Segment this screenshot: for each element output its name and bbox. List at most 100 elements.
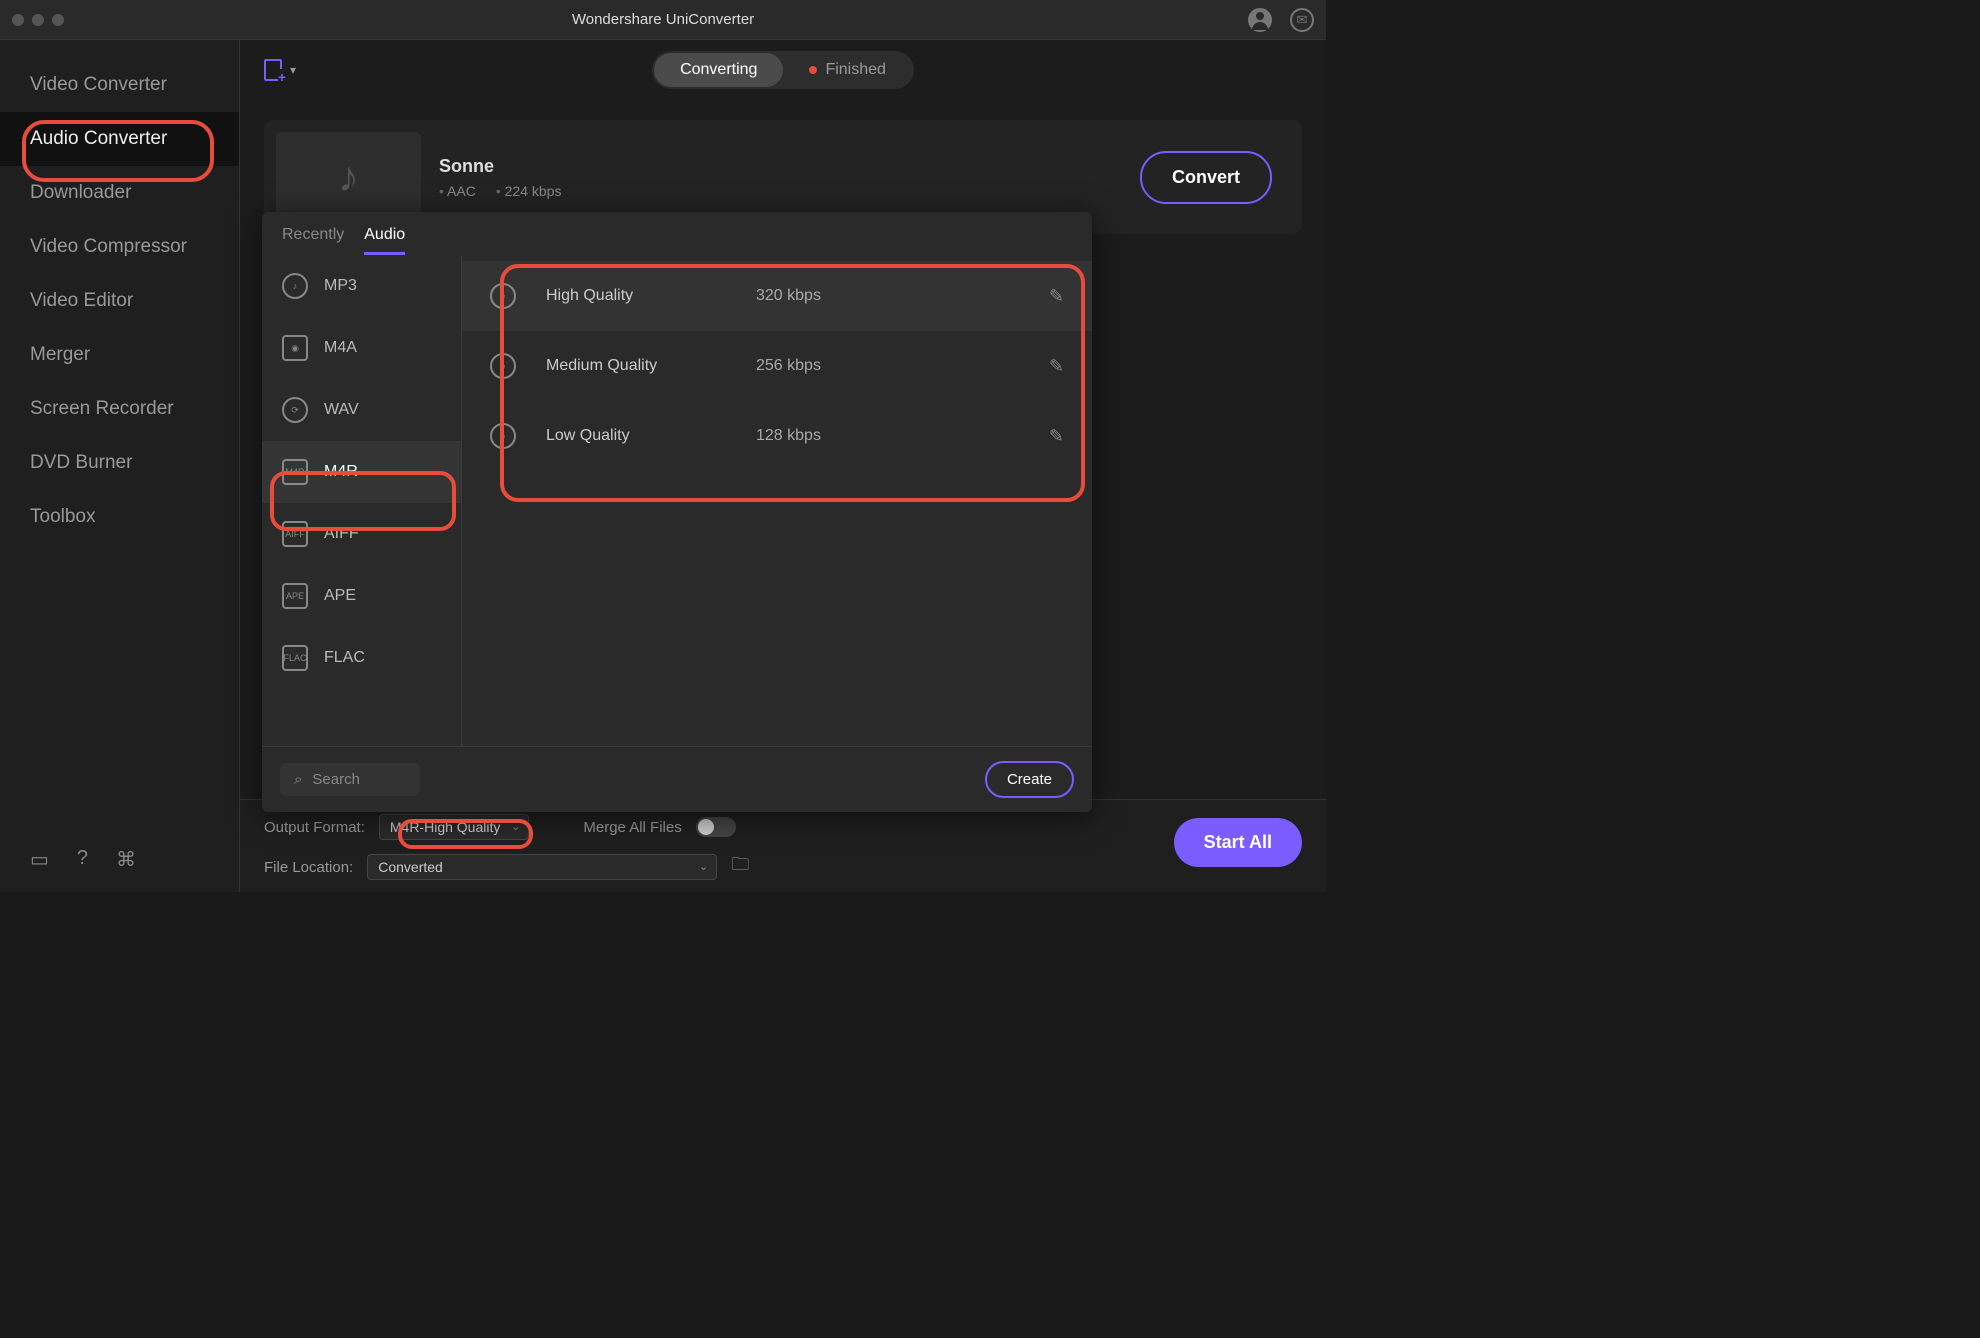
sidebar-item-merger[interactable]: Merger (0, 328, 239, 382)
sidebar: Video Converter Audio Converter Download… (0, 40, 240, 892)
sidebar-item-toolbox[interactable]: Toolbox (0, 490, 239, 544)
quality-bitrate: 320 kbps (756, 287, 821, 305)
file-thumbnail: ♪ (276, 132, 421, 222)
audio-icon: ⟳ (282, 397, 308, 423)
sidebar-footer: ▭ ? ⌘ (0, 827, 239, 892)
file-meta: AAC 224 kbps (439, 183, 1122, 199)
format-label: AIFF (324, 525, 359, 543)
audio-icon: ◉ (282, 335, 308, 361)
merge-all-label: Merge All Files (583, 819, 681, 836)
format-label: M4A (324, 339, 357, 357)
audio-icon: ♪ (282, 273, 308, 299)
dropdown-value: M4R-High Quality (390, 819, 500, 835)
tab-converting[interactable]: Converting (654, 53, 783, 87)
audio-icon: ♪ (490, 283, 516, 309)
sidebar-item-label: Merger (30, 344, 90, 365)
quality-row-medium[interactable]: ♪ Medium Quality 256 kbps ✎ (462, 331, 1092, 401)
search-icon: ⌕ (294, 771, 302, 788)
format-label: WAV (324, 401, 359, 419)
community-icon[interactable]: ⌘ (116, 847, 136, 872)
edit-icon[interactable]: ✎ (1049, 356, 1064, 377)
format-item-aiff[interactable]: AIFF AIFF (262, 503, 461, 565)
audio-icon: ♪ (490, 423, 516, 449)
audio-icon: M4R (282, 459, 308, 485)
open-folder-icon[interactable]: 🗀 (731, 852, 749, 882)
sidebar-item-label: Video Compressor (30, 236, 187, 257)
window-controls (0, 14, 64, 26)
file-codec: AAC (439, 183, 476, 199)
close-window-button[interactable] (12, 14, 24, 26)
format-item-wav[interactable]: ⟳ WAV (262, 379, 461, 441)
format-label: MP3 (324, 277, 357, 295)
create-preset-button[interactable]: Create (985, 761, 1074, 798)
quality-bitrate: 256 kbps (756, 357, 821, 375)
start-all-button[interactable]: Start All (1174, 818, 1302, 867)
quality-bitrate: 128 kbps (756, 427, 821, 445)
file-location-dropdown[interactable]: Converted (367, 854, 717, 880)
tab-recently[interactable]: Recently (282, 226, 344, 255)
edit-icon[interactable]: ✎ (1049, 426, 1064, 447)
sidebar-item-label: Video Editor (30, 290, 133, 311)
help-icon[interactable]: ? (77, 847, 88, 872)
sidebar-item-label: Video Converter (30, 74, 167, 95)
sidebar-item-dvd-burner[interactable]: DVD Burner (0, 436, 239, 490)
feedback-icon[interactable]: ✉ (1290, 8, 1314, 32)
quality-name: Low Quality (546, 427, 726, 445)
account-icon[interactable] (1248, 8, 1272, 32)
add-files-button[interactable]: ▾ (264, 59, 296, 81)
audio-icon: FLAC (282, 645, 308, 671)
titlebar: Wondershare UniConverter ✉ (0, 0, 1326, 40)
status-segmented-control: Converting Finished (652, 51, 914, 89)
format-label: FLAC (324, 649, 365, 667)
sidebar-item-screen-recorder[interactable]: Screen Recorder (0, 382, 239, 436)
format-label: APE (324, 587, 356, 605)
sidebar-item-label: Audio Converter (30, 128, 167, 149)
sidebar-item-video-converter[interactable]: Video Converter (0, 58, 239, 112)
convert-button[interactable]: Convert (1140, 151, 1272, 204)
merge-all-toggle[interactable] (696, 817, 736, 837)
quality-row-high[interactable]: ♪ High Quality 320 kbps ✎ (462, 261, 1092, 331)
format-label: M4R (324, 463, 358, 481)
tab-audio[interactable]: Audio (364, 226, 405, 255)
format-item-mp3[interactable]: ♪ MP3 (262, 255, 461, 317)
chevron-down-icon: ▾ (290, 63, 296, 77)
format-picker-footer: ⌕ Search Create (262, 746, 1092, 812)
search-input[interactable]: ⌕ Search (280, 763, 420, 796)
format-item-m4r[interactable]: M4R M4R (262, 441, 461, 503)
format-item-m4a[interactable]: ◉ M4A (262, 317, 461, 379)
tab-label: Finished (825, 61, 885, 79)
audio-icon: AIFF (282, 521, 308, 547)
sidebar-item-video-compressor[interactable]: Video Compressor (0, 220, 239, 274)
format-picker-popup: Recently Audio ♪ MP3 ◉ M4A ⟳ WAV M4R M4R AIF… (262, 212, 1092, 812)
format-tabs: Recently Audio (262, 212, 1092, 255)
format-item-flac[interactable]: FLAC FLAC (262, 627, 461, 689)
sidebar-item-label: DVD Burner (30, 452, 132, 473)
minimize-window-button[interactable] (32, 14, 44, 26)
quality-name: Medium Quality (546, 357, 726, 375)
add-file-icon (264, 59, 282, 81)
output-format-dropdown[interactable]: M4R-High Quality (379, 814, 529, 840)
tab-label: Recently (282, 226, 344, 243)
edit-icon[interactable]: ✎ (1049, 286, 1064, 307)
file-bitrate: 224 kbps (496, 183, 562, 199)
maximize-window-button[interactable] (52, 14, 64, 26)
format-item-ape[interactable]: APEAPE (262, 565, 461, 627)
search-placeholder: Search (312, 771, 360, 788)
output-format-label: Output Format: (264, 819, 365, 836)
audio-icon: ♪ (490, 353, 516, 379)
file-info: Sonne AAC 224 kbps (439, 156, 1122, 199)
sidebar-item-audio-converter[interactable]: Audio Converter (0, 112, 239, 166)
quality-list: ♪ High Quality 320 kbps ✎ ♪ Medium Quali… (462, 255, 1092, 746)
tab-finished[interactable]: Finished (783, 53, 911, 87)
tab-label: Audio (364, 226, 405, 243)
quality-row-low[interactable]: ♪ Low Quality 128 kbps ✎ (462, 401, 1092, 471)
format-list[interactable]: ♪ MP3 ◉ M4A ⟳ WAV M4R M4R AIFF AIFF APEAPE FL… (262, 255, 462, 746)
sidebar-item-label: Downloader (30, 182, 131, 203)
sidebar-item-downloader[interactable]: Downloader (0, 166, 239, 220)
notification-dot-icon (809, 66, 817, 74)
guide-icon[interactable]: ▭ (30, 847, 49, 872)
sidebar-item-label: Toolbox (30, 506, 96, 527)
file-location-label: File Location: (264, 859, 353, 876)
sidebar-item-video-editor[interactable]: Video Editor (0, 274, 239, 328)
sidebar-item-label: Screen Recorder (30, 398, 174, 419)
